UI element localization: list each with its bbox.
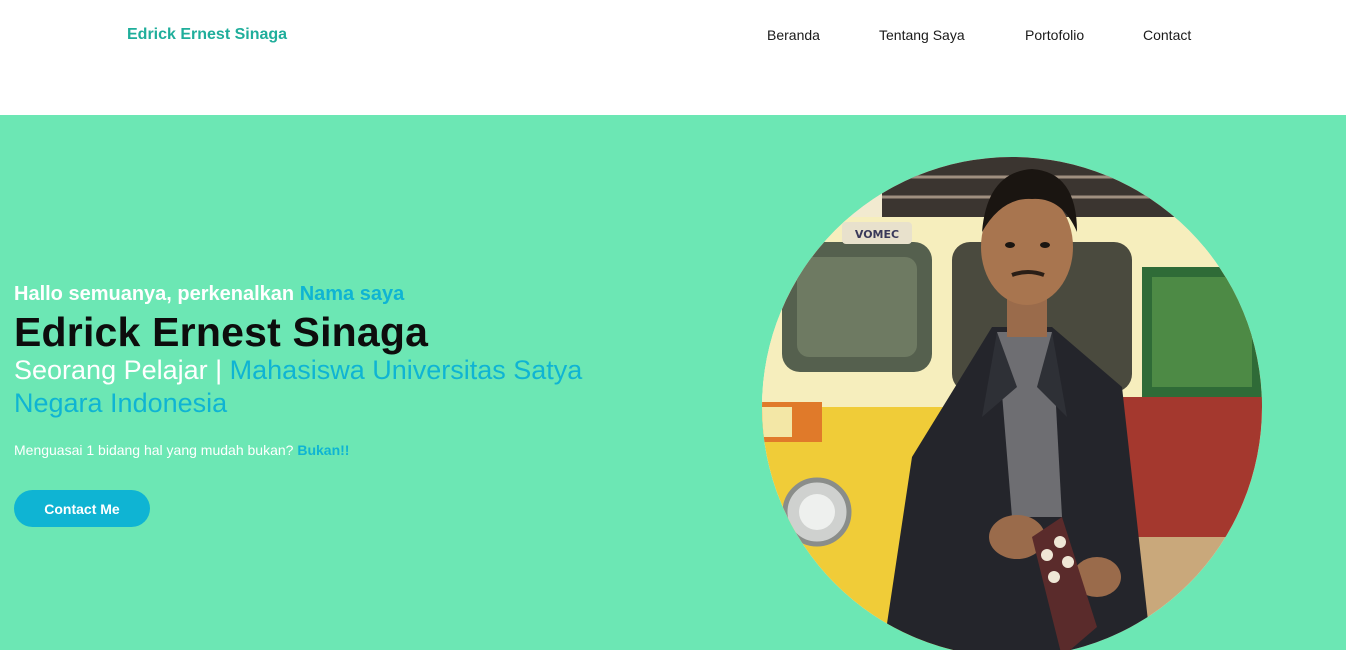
nav-link-beranda[interactable]: Beranda — [767, 27, 820, 43]
role-text: Seorang Pelajar | — [14, 355, 230, 385]
contact-me-button[interactable]: Contact Me — [14, 490, 150, 527]
greeting-accent: Nama saya — [299, 283, 405, 305]
tagline-text: Menguasai 1 bidang hal yang mudah bukan? — [14, 442, 298, 458]
nav-link-tentang-saya[interactable]: Tentang Saya — [879, 27, 965, 43]
tagline-accent: Bukan!! — [297, 442, 350, 458]
nav-link-contact[interactable]: Contact — [1143, 27, 1191, 43]
nav-link-portofolio[interactable]: Portofolio — [1025, 27, 1084, 43]
navbar: Edrick Ernest Sinaga Beranda Tentang Say… — [0, 0, 1346, 115]
hero-tagline: Menguasai 1 bidang hal yang mudah bukan?… — [14, 442, 349, 458]
hero-name: Edrick Ernest Sinaga — [14, 309, 429, 355]
profile-photo-illustration: VOMEC — [762, 157, 1262, 650]
brand-logo[interactable]: Edrick Ernest Sinaga — [127, 26, 287, 44]
hero-greeting: Hallo semuanya, perkenalkan Nama saya — [14, 283, 404, 306]
hero-section: Hallo semuanya, perkenalkan Nama saya Ed… — [0, 115, 1346, 650]
van-sticker-text: VOMEC — [855, 228, 899, 241]
profile-photo: VOMEC — [762, 157, 1262, 650]
greeting-text: Hallo semuanya, perkenalkan — [14, 283, 300, 305]
hero-role: Seorang Pelajar | Mahasiswa Universitas … — [14, 354, 614, 420]
